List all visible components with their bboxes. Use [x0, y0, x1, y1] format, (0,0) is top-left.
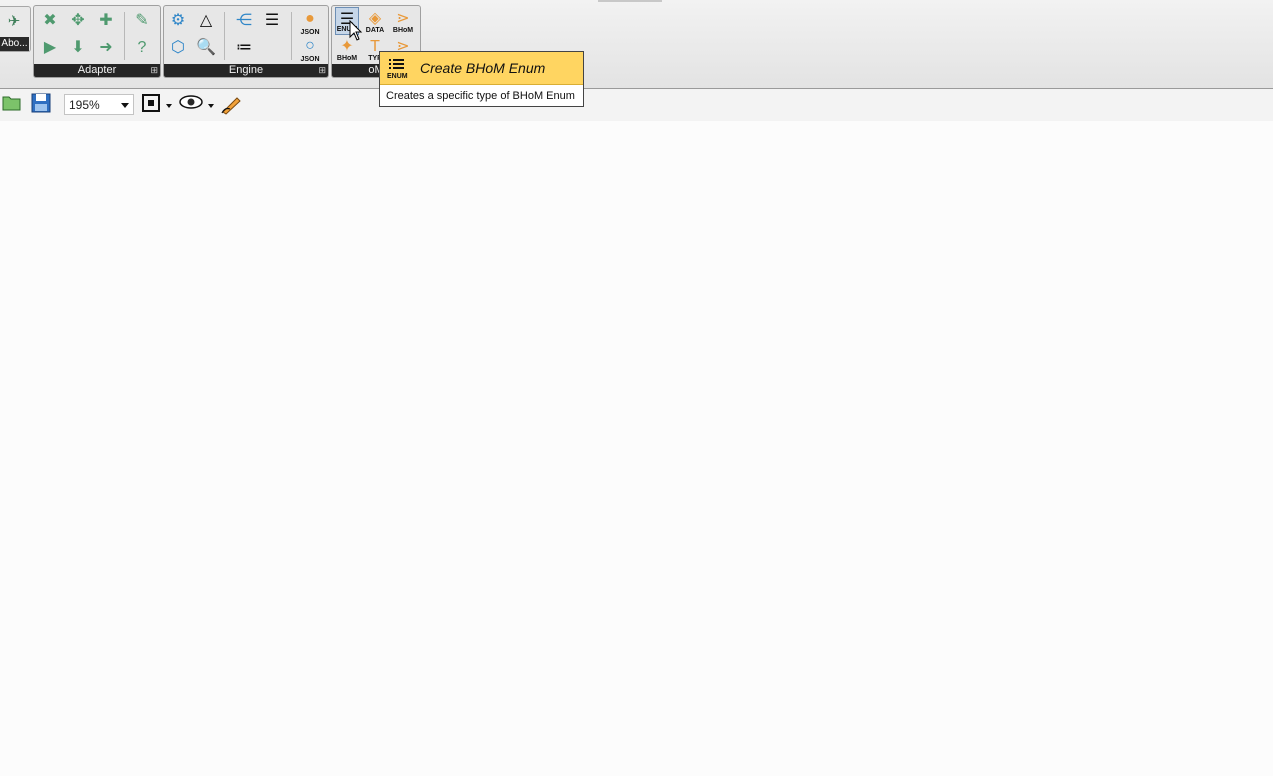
chevron-down-icon[interactable] [208, 104, 214, 108]
tooltip-title: Create BHoM Enum [420, 60, 546, 76]
create-bhom-object-icon[interactable]: ⋗ BHoM [391, 7, 415, 35]
about-group[interactable]: ✈ Abo... [0, 6, 31, 52]
canvas[interactable] [0, 121, 1273, 776]
explode-icon[interactable]: ⋲ [232, 9, 256, 33]
zoom-value: 195% [69, 98, 100, 112]
expand-icon[interactable]: ⊞ [318, 64, 326, 77]
separator [224, 12, 225, 60]
open-file-icon[interactable] [0, 93, 24, 117]
engine-group-label: Engine [164, 64, 328, 77]
pull-adapter-icon[interactable]: ⬇ [66, 36, 90, 60]
preview-eye-icon[interactable] [179, 93, 203, 117]
engine-group: ⚙ △ ⋲ ☰ ● JSON ⬡ 🔍 ≔ ○ JSON Engine ⊞ [163, 5, 329, 78]
delete-adapter-icon[interactable]: ✖ [38, 9, 62, 33]
move-adapter-icon[interactable]: ➜ [94, 36, 118, 60]
about-label: Abo... [0, 37, 29, 51]
canvas-toolbar: 195% [0, 89, 1273, 121]
tooltip-description: Creates a specific type of BHoM Enum [386, 90, 575, 102]
list-icon[interactable]: ☰ [260, 9, 284, 33]
chevron-down-icon[interactable] [166, 104, 172, 108]
enum-icon: ENUM [387, 57, 408, 80]
tooltip: ENUM Create BHoM Enum Creates a specific… [379, 51, 584, 107]
execute-adapter-icon[interactable]: ✥ [66, 9, 90, 33]
zoom-extents-icon[interactable] [139, 93, 163, 117]
chevron-down-icon[interactable] [121, 103, 129, 108]
tooltip-header: ENUM Create BHoM Enum [380, 52, 583, 85]
enum-icon-label: ENUM [387, 73, 408, 80]
adapter-group: ✖ ✥ ✚ ✎ ▶ ⬇ ➜ ? Adapter ⊞ [33, 5, 161, 78]
push-adapter-icon[interactable]: ✚ [94, 9, 118, 33]
separator [124, 12, 125, 60]
geometry-icon[interactable]: △ [194, 9, 218, 33]
list-item-icon[interactable]: ≔ [232, 36, 256, 60]
ribbon: ✈ Abo... ✖ ✥ ✚ ✎ ▶ ⬇ ➜ ? Adapter ⊞ ⚙ △ ⋲… [0, 0, 1273, 89]
query-adapter-icon[interactable]: ? [130, 36, 154, 60]
create-data-icon[interactable]: ◈ DATA [363, 7, 387, 35]
connect-adapter-icon[interactable]: ✎ [130, 9, 154, 33]
run-adapter-icon[interactable]: ▶ [38, 36, 62, 60]
gear-icon[interactable]: ⚙ [166, 9, 190, 33]
separator [291, 12, 292, 60]
sketch-pen-icon[interactable] [219, 93, 243, 117]
from-json-icon[interactable]: ○ JSON [298, 34, 322, 64]
about-icon[interactable]: ✈ [4, 12, 24, 32]
to-json-icon[interactable]: ● JSON [298, 7, 322, 37]
adapter-group-label: Adapter [34, 64, 160, 77]
expand-icon[interactable]: ⊞ [150, 64, 158, 77]
tab-indicator [598, 0, 662, 2]
mouse-cursor-icon [349, 20, 363, 41]
save-icon[interactable] [29, 93, 53, 117]
zoom-select[interactable]: 195% [64, 94, 134, 115]
search-icon[interactable]: 🔍 [194, 36, 218, 60]
cube-icon[interactable]: ⬡ [166, 36, 190, 60]
